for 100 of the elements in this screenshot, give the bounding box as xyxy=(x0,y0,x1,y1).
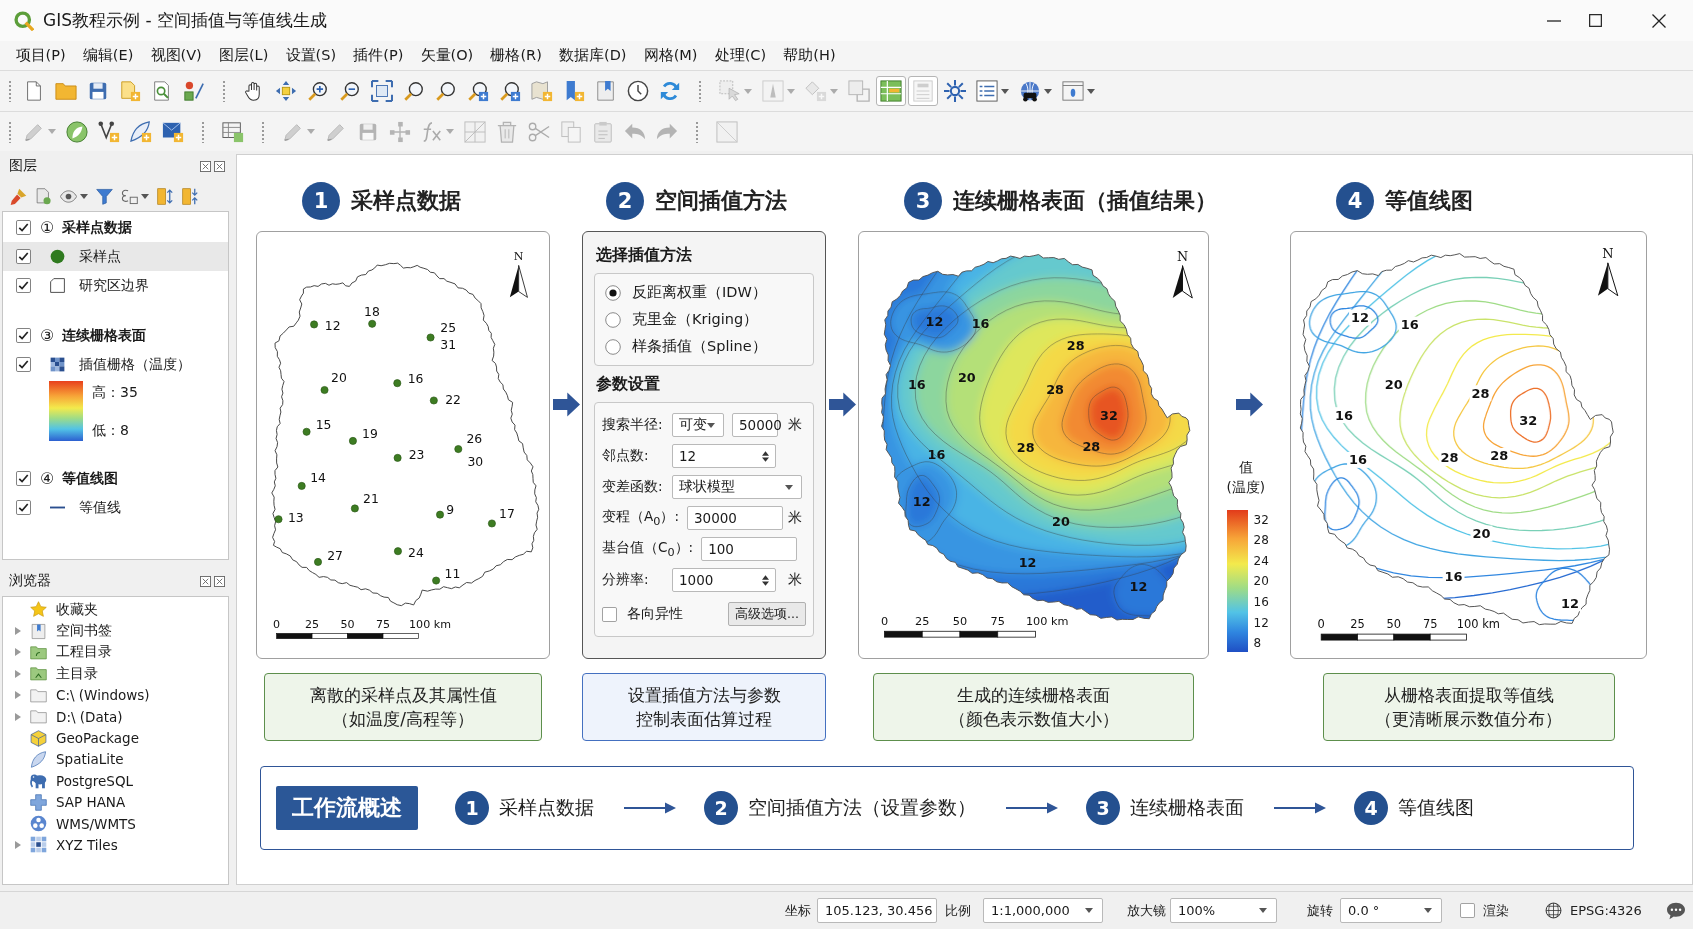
maximize-icon[interactable] xyxy=(1589,14,1602,27)
contour-label: 20 xyxy=(1052,513,1070,529)
advanced-options-button[interactable]: 高级选项... xyxy=(728,602,806,626)
checkbox[interactable] xyxy=(16,220,31,235)
grid-icon xyxy=(464,120,486,143)
field-label: 搜索半径: xyxy=(602,416,664,434)
expander-icon[interactable] xyxy=(15,669,21,678)
nodes-icon xyxy=(389,120,411,143)
browser-item[interactable]: WMS/WMTS xyxy=(3,812,228,835)
table-icon xyxy=(880,80,902,102)
caret-icon[interactable] xyxy=(1259,908,1267,913)
expander-icon[interactable] xyxy=(15,648,21,657)
caret-icon[interactable] xyxy=(707,422,715,428)
browser-item[interactable]: SAP HANA xyxy=(3,791,228,813)
menu-item[interactable]: 视图(V) xyxy=(141,46,211,65)
browser-item[interactable]: GeoPackage xyxy=(3,727,228,749)
vertex-plus-icon xyxy=(98,120,120,143)
globe-icon xyxy=(1545,902,1562,919)
expander-icon[interactable] xyxy=(15,712,21,721)
contour-label: 12 xyxy=(1018,555,1037,571)
star-icon xyxy=(30,601,47,619)
magnifier-icon xyxy=(435,80,457,102)
layer-item[interactable]: 研究区边界 xyxy=(3,271,228,300)
contour-label: 20 xyxy=(1384,376,1403,392)
browser-item[interactable]: PostgreSQL xyxy=(3,770,228,792)
spin-field[interactable]: 12 xyxy=(672,444,776,468)
undock-icon[interactable] xyxy=(200,575,211,587)
menu-item[interactable]: 处理(C) xyxy=(706,46,775,65)
layer-group[interactable]: ① 采样点数据 xyxy=(3,213,228,242)
workflow-title: 工作流概述 xyxy=(276,786,418,830)
browser-item[interactable]: 主目录 xyxy=(3,663,228,685)
status-label: 放大镜 xyxy=(1127,901,1166,920)
expander-icon[interactable] xyxy=(15,841,21,849)
menu-item[interactable]: 设置(S) xyxy=(276,46,345,65)
minimize-icon[interactable] xyxy=(1547,19,1561,22)
rotation-combo[interactable]: 0.0 ° xyxy=(1340,898,1442,923)
menu-item[interactable]: 栅格(R) xyxy=(481,46,551,65)
checkbox[interactable] xyxy=(16,249,31,264)
browser-item[interactable]: 空间书签 xyxy=(3,620,228,642)
expander-icon[interactable] xyxy=(15,627,21,636)
legend-tick: 28 xyxy=(1253,533,1269,548)
layer-item[interactable]: 采样点 xyxy=(3,242,228,271)
caret-icon[interactable] xyxy=(1085,908,1093,913)
spin-field[interactable]: 1000 xyxy=(672,568,776,592)
layer-group[interactable]: ④ 等值线图 xyxy=(3,464,228,493)
layer-item[interactable]: 插值栅格（温度） xyxy=(3,350,228,379)
browser-item[interactable]: 收藏夹 xyxy=(3,599,228,621)
layer-group[interactable]: ③ 连续栅格表面 xyxy=(3,321,228,350)
checkbox[interactable] xyxy=(16,278,31,293)
menu-item[interactable]: 数据库(D) xyxy=(550,46,636,65)
select-field[interactable]: 球状模型 xyxy=(672,475,802,499)
menu-item[interactable]: 编辑(E) xyxy=(74,46,142,65)
coordinate-field[interactable]: 105.123, 30.456 xyxy=(817,898,937,923)
browser-item[interactable]: C:\ (Windows) xyxy=(3,684,228,706)
checkbox[interactable] xyxy=(602,606,617,622)
spin-arrows-icon[interactable] xyxy=(762,574,769,586)
magnifier-icon xyxy=(403,80,425,102)
magnifier-combo[interactable]: 100% xyxy=(1170,898,1277,923)
input-field[interactable]: 100 xyxy=(701,537,798,561)
bookmark-page-icon xyxy=(30,622,47,640)
globe-icon xyxy=(1019,80,1041,102)
menu-item[interactable]: 矢量(O) xyxy=(411,46,482,65)
close-icon[interactable] xyxy=(1652,13,1666,28)
radio-button[interactable] xyxy=(605,311,621,328)
checkbox[interactable] xyxy=(16,500,31,515)
checkbox[interactable] xyxy=(16,357,31,372)
sample-value-label: 23 xyxy=(408,447,425,463)
select-field[interactable]: 可变 xyxy=(672,413,724,437)
step-number: 4 xyxy=(1354,791,1388,825)
browser-item[interactable]: SpatiaLite xyxy=(3,748,228,771)
radio-button[interactable] xyxy=(605,284,621,301)
caret-icon[interactable] xyxy=(785,484,793,490)
browser-item[interactable]: 工程目录 xyxy=(3,641,228,664)
spin-arrows-icon[interactable] xyxy=(762,450,769,462)
panel-title: 图层 xyxy=(9,157,37,175)
undock-icon[interactable] xyxy=(200,160,211,172)
contour-label: 16 xyxy=(1400,317,1419,333)
render-checkbox[interactable] xyxy=(1460,903,1475,918)
menu-item[interactable]: 项目(P) xyxy=(7,46,75,65)
contour-label: 16 xyxy=(1444,568,1463,584)
input-field[interactable]: 30000 xyxy=(687,506,783,530)
checkbox[interactable] xyxy=(16,328,31,343)
caret-icon[interactable] xyxy=(1424,908,1432,913)
scale-combo[interactable]: 1:1,000,000 xyxy=(983,898,1103,923)
menu-item[interactable]: 网格(M) xyxy=(635,46,707,65)
speech-bubble-icon[interactable] xyxy=(1665,901,1686,920)
radio-button[interactable] xyxy=(605,338,621,355)
sample-value-label: 16 xyxy=(407,371,424,387)
expander-icon[interactable] xyxy=(15,691,21,700)
browser-item[interactable]: D:\ (Data) xyxy=(3,705,228,728)
crs-button[interactable]: EPSG:4326 xyxy=(1545,902,1642,919)
menu-item[interactable]: 图层(L) xyxy=(210,46,277,65)
checkbox[interactable] xyxy=(16,471,31,486)
menu-item[interactable]: 帮助(H) xyxy=(774,46,845,65)
layer-item[interactable]: 等值线 xyxy=(3,493,228,522)
feather-plus-icon xyxy=(130,120,152,143)
browser-item[interactable]: XYZ Tiles xyxy=(3,834,228,856)
menu-item[interactable]: 插件(P) xyxy=(344,46,412,65)
caret-icon xyxy=(787,88,795,94)
sample-value-label: 26 xyxy=(466,430,483,446)
